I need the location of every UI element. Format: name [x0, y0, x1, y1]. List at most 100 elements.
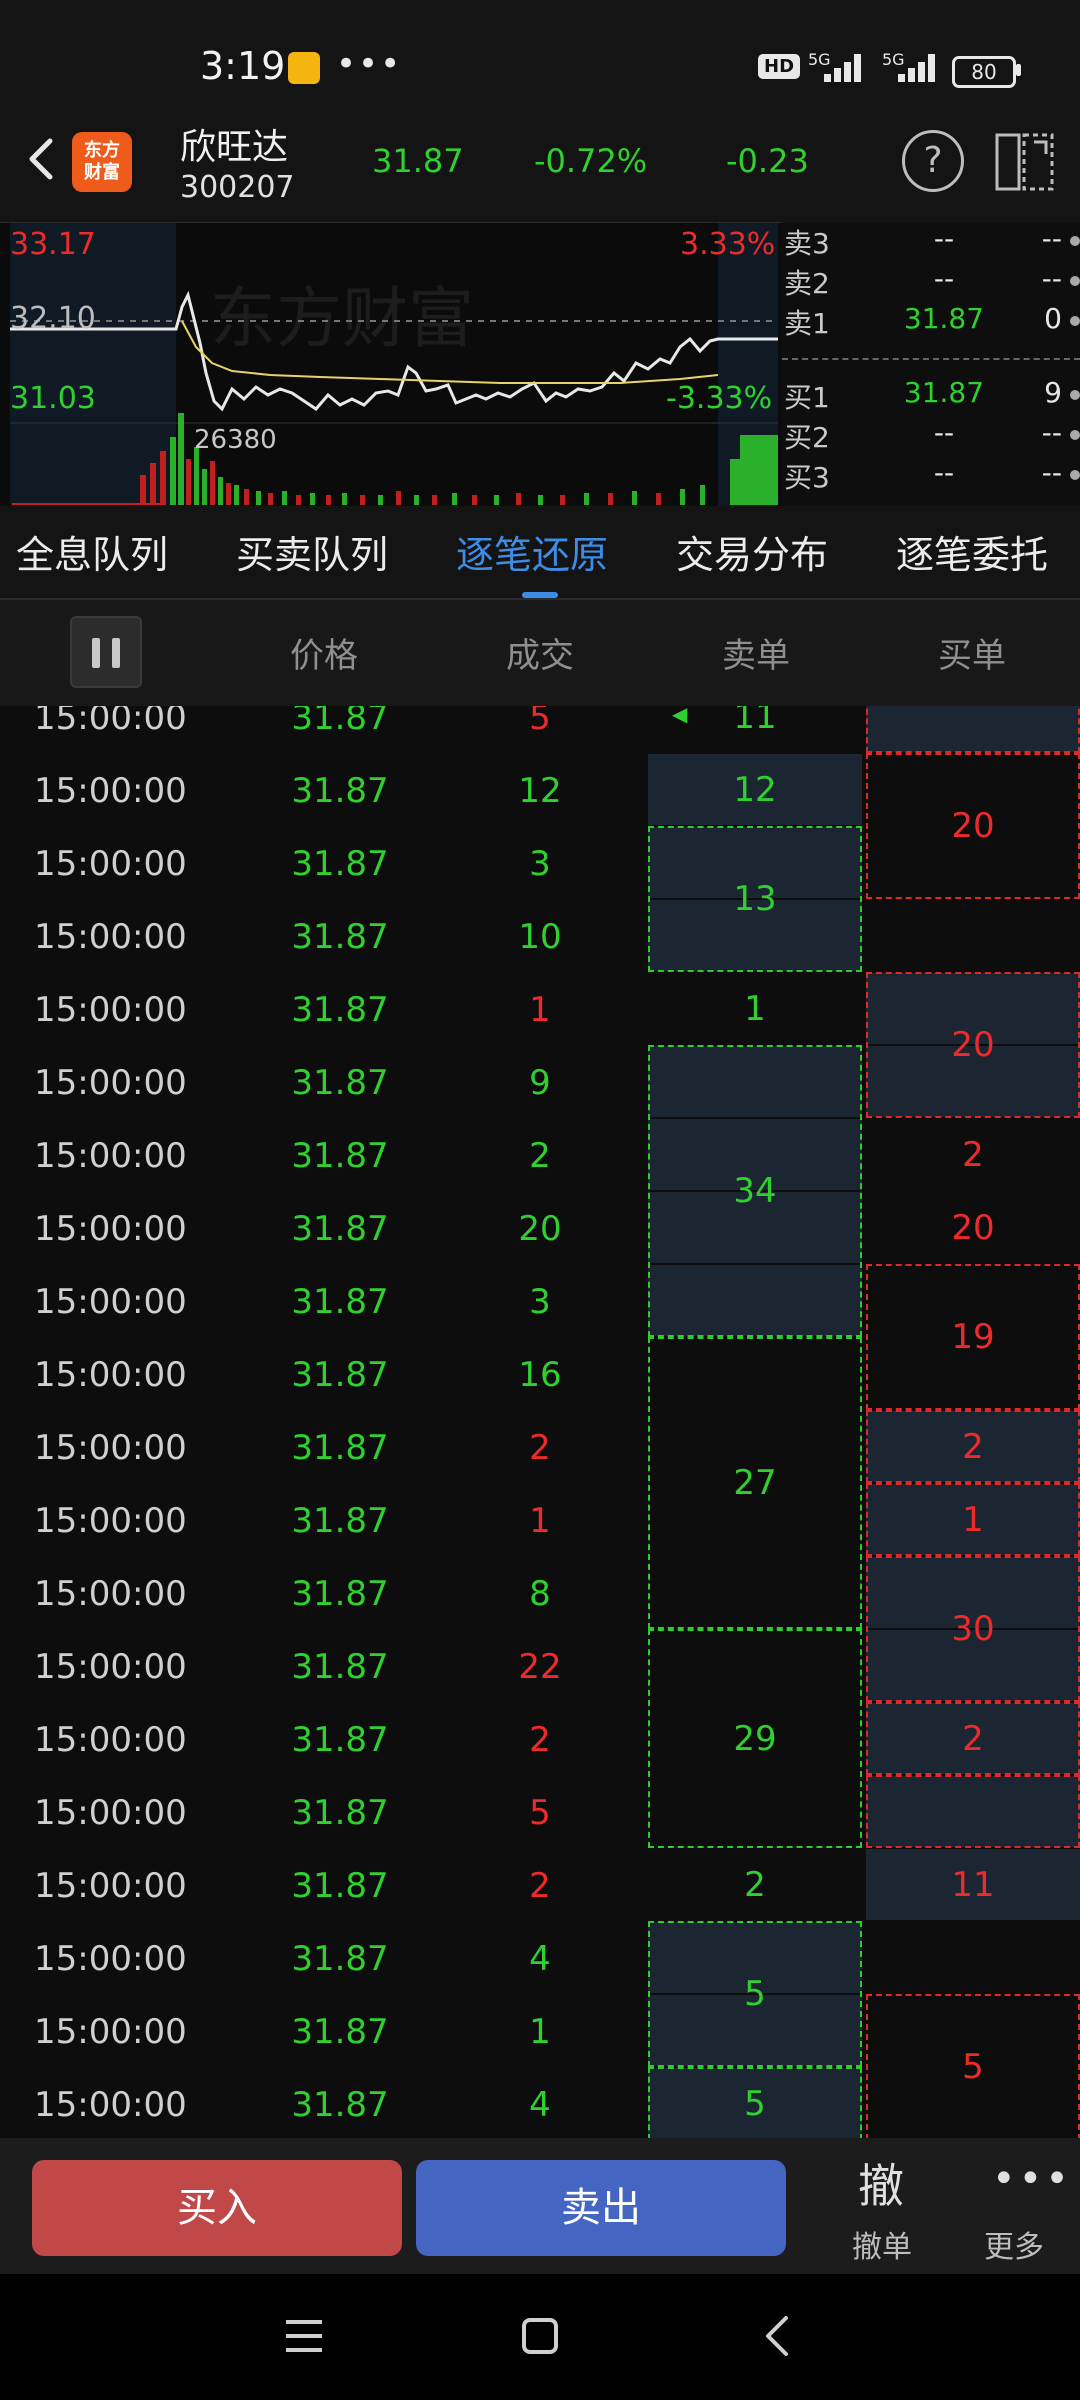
table-row: 15:00:00 31.87 2 [0, 1410, 1080, 1483]
ob-label: 卖2 [784, 267, 830, 300]
buy-button[interactable]: 买入 [32, 2160, 402, 2256]
ob-label: 卖1 [784, 307, 830, 340]
col-sell: 卖单 [722, 636, 790, 676]
tick-table[interactable]: 11 12 13 1 34 27 29 2 5 5 20 20 2 20 19 2 1 30 2 11 5 15:00:0… [0, 706, 1080, 2138]
ob-vol: -- [1041, 222, 1062, 255]
chart-volume-label: 26380 [194, 425, 277, 455]
row-price: 31.87 [291, 771, 389, 811]
menu-icon[interactable] [282, 2314, 326, 2358]
stock-code: 300207 [180, 170, 295, 205]
system-nav-bar [0, 2274, 1080, 2400]
ob-vol: -- [1041, 262, 1062, 295]
ob-price: -- [933, 262, 955, 295]
row-volume: 12 [518, 771, 562, 811]
table-row: 15:00:00 31.87 20 [0, 1191, 1080, 1264]
row-volume: 8 [529, 1574, 551, 1614]
row-time: 15:00:00 [34, 1355, 187, 1395]
order-book[interactable]: 卖3 -- -- 卖2 -- -- 卖1 31.87 0 买1 31.87 9 … [782, 222, 1080, 506]
ob-label: 买1 [784, 381, 830, 414]
row-time: 15:00:00 [34, 1428, 187, 1468]
row-time: 15:00:00 [34, 844, 187, 884]
help-icon[interactable]: ? [902, 130, 964, 192]
status-more-icon: ••• [336, 44, 403, 84]
nav-back-icon[interactable] [756, 2314, 800, 2358]
row-price: 31.87 [291, 1282, 389, 1322]
row-time: 15:00:00 [34, 990, 187, 1030]
ob-buy-2: 买2 -- -- [782, 416, 1080, 456]
sell-button[interactable]: 卖出 [416, 2160, 786, 2256]
more-label[interactable]: 更多 [984, 2222, 1044, 2266]
row-time: 15:00:00 [34, 917, 187, 957]
ob-dot-icon [1070, 470, 1080, 480]
row-time: 15:00:00 [34, 1574, 187, 1614]
ob-divider [782, 358, 1080, 360]
row-time: 15:00:00 [34, 1209, 187, 1249]
row-volume: 3 [529, 1282, 551, 1322]
row-volume: 5 [529, 1793, 551, 1833]
cancel-order-label[interactable]: 撤单 [852, 2222, 912, 2266]
tab-tick-orders[interactable]: 逐笔委托 [896, 524, 1080, 579]
stock-change: -0.23 [726, 142, 809, 180]
row-volume: 22 [518, 1647, 562, 1687]
row-volume: 3 [529, 844, 551, 884]
row-price: 31.87 [291, 1866, 389, 1906]
row-time: 15:00:00 [34, 1939, 187, 1979]
battery-tip [1016, 64, 1021, 76]
status-time: 3:19 [200, 44, 286, 88]
table-row: 15:00:00 31.87 8 [0, 1556, 1080, 1629]
ob-vol: -- [1041, 416, 1062, 449]
chart-ref-price: 32.10 [10, 301, 96, 336]
row-time: 15:00:00 [34, 1720, 187, 1760]
table-row: 15:00:00 31.87 2 [0, 1118, 1080, 1191]
hd-icon: HD [758, 54, 801, 79]
tab-tick-restore[interactable]: 逐笔还原 [456, 524, 608, 579]
row-volume: 2 [529, 1866, 551, 1906]
col-buy: 买单 [938, 636, 1006, 676]
chart-canvas: 东方财富 [10, 223, 778, 507]
row-volume: 1 [529, 2012, 551, 2052]
ob-buy-1: 买1 31.87 9 [782, 376, 1080, 416]
row-time: 15:00:00 [34, 1501, 187, 1541]
row-price: 31.87 [291, 844, 389, 884]
row-price: 31.87 [291, 917, 389, 957]
chart-watermark: 东方财富 [210, 280, 474, 357]
chart-high-price: 33.17 [10, 227, 96, 262]
row-volume: 2 [529, 1720, 551, 1760]
more-icon[interactable]: ••• [992, 2156, 1072, 2202]
ob-buy-3: 买3 -- -- [782, 456, 1080, 496]
pause-button[interactable] [70, 616, 142, 688]
row-time: 15:00:00 [34, 2012, 187, 2052]
row-price: 31.87 [291, 990, 389, 1030]
cancel-order-icon[interactable]: 撤 [858, 2150, 904, 2216]
row-time: 15:00:00 [34, 1136, 187, 1176]
row-volume: 2 [529, 1136, 551, 1176]
row-time: 15:00:00 [34, 771, 187, 811]
tab-full-queue[interactable]: 全息队列 [16, 524, 168, 579]
tab-buy-sell-queue[interactable]: 买卖队列 [236, 524, 388, 579]
ob-vol: 9 [1044, 376, 1062, 409]
row-price: 31.87 [291, 706, 389, 738]
layout-switch-icon[interactable] [994, 132, 1056, 192]
pause-icon [92, 638, 100, 668]
pause-icon-bar [112, 638, 120, 668]
back-icon[interactable] [18, 135, 66, 183]
row-time: 15:00:00 [34, 1647, 187, 1687]
row-price: 31.87 [291, 1574, 389, 1614]
home-icon[interactable] [518, 2314, 562, 2358]
row-price: 31.87 [291, 1793, 389, 1833]
row-price: 31.87 [291, 1209, 389, 1249]
row-volume: 1 [529, 990, 551, 1030]
row-price: 31.87 [291, 1720, 389, 1760]
table-row: 15:00:00 31.87 2 [0, 1702, 1080, 1775]
stock-name: 欣旺达 [180, 127, 289, 168]
row-volume: 16 [518, 1355, 562, 1395]
row-volume: 4 [529, 1939, 551, 1979]
tab-trade-distribution[interactable]: 交易分布 [676, 524, 828, 579]
ob-price: -- [933, 222, 955, 255]
table-row: 15:00:00 31.87 12 [0, 753, 1080, 826]
row-price: 31.87 [291, 2012, 389, 2052]
arrow-left-icon: ◀ [672, 706, 688, 726]
row-time: 15:00:00 [34, 1866, 187, 1906]
ob-sell-3: 卖3 -- -- [782, 222, 1080, 262]
logo-text-top: 东方 [84, 140, 120, 161]
